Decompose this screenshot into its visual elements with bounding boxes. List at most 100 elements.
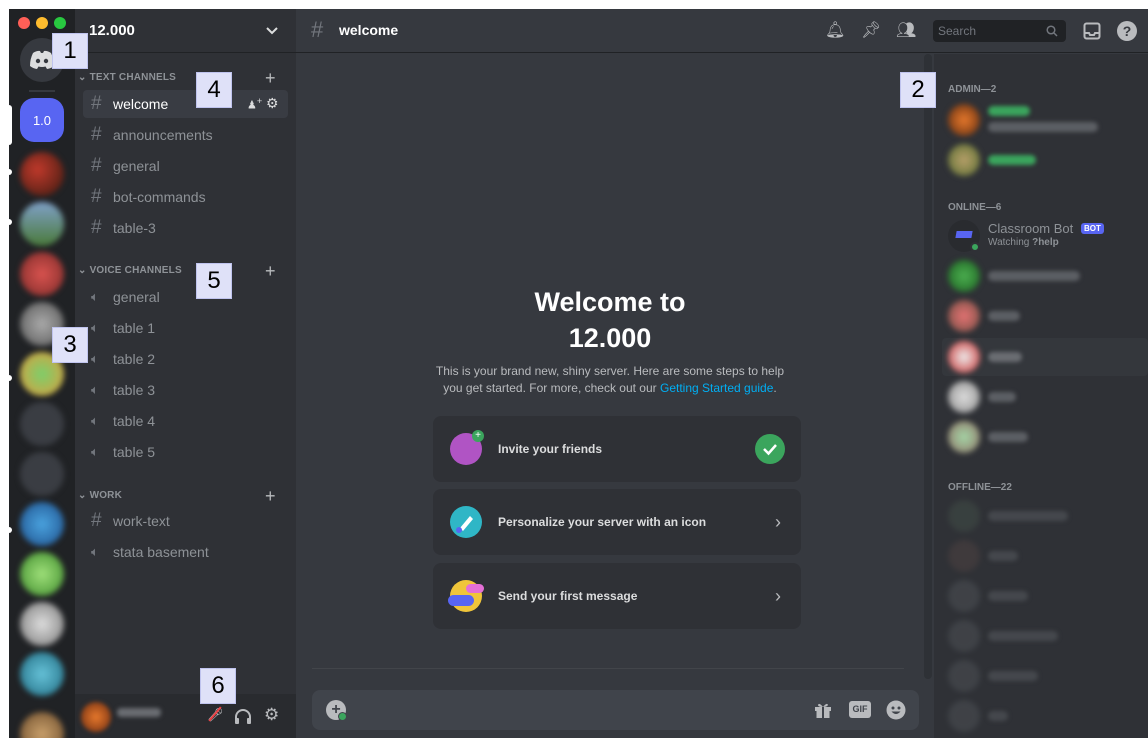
channel-general[interactable]: # general [83, 152, 288, 180]
member-list: ADMIN—2 ONLINE—6 Classroom Bot BOT Watch… [934, 54, 1148, 738]
voice-channel-table-5[interactable]: 🔈︎ table 5 [83, 438, 288, 466]
close-window-icon[interactable] [18, 17, 30, 29]
voice-channel-table-2[interactable]: 🔈︎ table 2 [83, 345, 288, 373]
voice-channel-table-1[interactable]: 🔈︎ table 1 [83, 314, 288, 342]
server-name: 12.000 [89, 22, 135, 39]
inbox-icon[interactable] [1083, 22, 1101, 40]
channel-label: table 3 [113, 382, 156, 398]
avatar[interactable] [948, 580, 980, 612]
channel-table-3[interactable]: # table-3 [83, 214, 288, 242]
bell-icon[interactable]: 🔔︎ [825, 20, 845, 40]
category-voice-channels[interactable]: ⌄ VOICE CHANNELS [78, 265, 182, 276]
desc-end: . [773, 381, 777, 395]
server-icon[interactable] [20, 252, 64, 296]
add-channel-icon[interactable]: + [265, 262, 276, 280]
emoji-icon[interactable] [886, 700, 906, 720]
avatar[interactable] [948, 620, 980, 652]
online-header: ONLINE—6 [948, 202, 1002, 213]
unread-indicator [9, 375, 12, 381]
member-name-blurred [988, 511, 1068, 521]
server-icon[interactable] [20, 552, 64, 596]
server-icon[interactable] [20, 452, 64, 496]
server-icon[interactable] [20, 712, 64, 738]
search-input[interactable]: Search [933, 20, 1066, 42]
server-icon-selected[interactable]: 1.0 [20, 98, 64, 142]
unread-indicator [9, 169, 12, 175]
annotation-label-6: 6 [200, 668, 236, 704]
members-icon[interactable]: 👥︎ [896, 20, 916, 40]
avatar[interactable] [948, 260, 980, 292]
getting-started-link[interactable]: Getting Started guide [660, 381, 773, 395]
avatar[interactable] [948, 341, 980, 373]
chevron-down-icon[interactable] [266, 26, 278, 36]
channel-announcements[interactable]: # announcements [83, 121, 288, 149]
gear-icon[interactable]: ⚙ [266, 95, 279, 112]
avatar[interactable] [948, 300, 980, 332]
avatar[interactable] [948, 500, 980, 532]
channel-work-text[interactable]: # work-text [83, 507, 288, 535]
step-label: Invite your friends [498, 442, 603, 456]
avatar[interactable] [948, 381, 980, 413]
member-name-blurred [988, 711, 1008, 721]
server-icon[interactable] [20, 202, 64, 246]
hash-icon: # [91, 124, 102, 145]
avatar[interactable] [948, 660, 980, 692]
voice-channel-table-4[interactable]: 🔈︎ table 4 [83, 407, 288, 435]
desc-line: you get started. For more, check out our [443, 381, 660, 395]
invite-icon[interactable]: ♟+ [247, 96, 262, 112]
channel-label: general [113, 158, 160, 174]
speaker-icon: 🔈︎ [91, 320, 99, 335]
help-icon[interactable]: ? [1117, 21, 1137, 41]
invite-friends-card[interactable]: + Invite your friends [433, 416, 801, 482]
avatar[interactable] [81, 702, 111, 732]
avatar[interactable] [948, 540, 980, 572]
brush-icon [450, 506, 482, 538]
avatar[interactable] [948, 144, 980, 176]
add-channel-icon[interactable]: + [265, 69, 276, 87]
zoom-window-icon[interactable] [54, 17, 66, 29]
search-placeholder: Search [938, 24, 977, 38]
message-input[interactable]: + GIF [312, 690, 919, 730]
server-icon[interactable] [20, 402, 64, 446]
welcome-title: Welcome to 12.000 [296, 284, 924, 356]
personalize-server-card[interactable]: Personalize your server with an icon › [433, 489, 801, 555]
server-rail: 1.0 [9, 9, 75, 738]
hash-icon: # [91, 93, 102, 114]
channel-label: table 4 [113, 413, 156, 429]
avatar[interactable] [948, 700, 980, 732]
server-header[interactable]: 12.000 [75, 9, 296, 53]
channel-bot-commands[interactable]: # bot-commands [83, 183, 288, 211]
voice-channel-table-3[interactable]: 🔈︎ table 3 [83, 376, 288, 404]
channel-label: stata basement [113, 544, 209, 560]
attach-plus-icon[interactable]: + [326, 700, 347, 721]
avatar[interactable] [948, 421, 980, 453]
server-icon[interactable] [20, 502, 64, 546]
voice-channel-stata-basement[interactable]: 🔈︎ stata basement [83, 538, 288, 566]
activity-prefix: Watching [988, 237, 1033, 248]
server-icon[interactable] [20, 602, 64, 646]
gif-icon[interactable]: GIF [849, 701, 871, 718]
member-name-blurred [988, 311, 1020, 321]
minimize-window-icon[interactable] [36, 17, 48, 29]
voice-channel-general[interactable]: 🔈︎ general [83, 283, 288, 311]
channel-welcome[interactable]: # welcome ♟+ ⚙ [83, 90, 288, 118]
category-work[interactable]: ⌄ WORK [78, 490, 122, 501]
server-icon[interactable] [20, 152, 64, 196]
mute-icon[interactable]: 🎤︎ [207, 706, 224, 723]
unread-indicator [9, 527, 12, 533]
welcome-title-line: Welcome to [534, 287, 686, 317]
classroom-bot-member[interactable]: Classroom Bot BOT Watching ?help [942, 216, 1142, 252]
add-channel-icon[interactable]: + [265, 487, 276, 505]
user-settings-gear-icon[interactable]: ⚙ [264, 705, 279, 725]
avatar[interactable] [948, 104, 980, 136]
chat-scrollbar[interactable] [924, 54, 932, 679]
hash-icon: # [91, 510, 102, 531]
headphones-icon[interactable] [234, 708, 252, 725]
category-text-channels[interactable]: ⌄ TEXT CHANNELS [78, 72, 176, 83]
pin-icon[interactable]: 📌︎ [861, 20, 881, 40]
member-name-blurred [988, 271, 1080, 281]
server-icon[interactable] [20, 652, 64, 696]
gift-icon[interactable] [814, 701, 832, 719]
offline-header: OFFLINE—22 [948, 482, 1012, 493]
first-message-card[interactable]: Send your first message › [433, 563, 801, 629]
